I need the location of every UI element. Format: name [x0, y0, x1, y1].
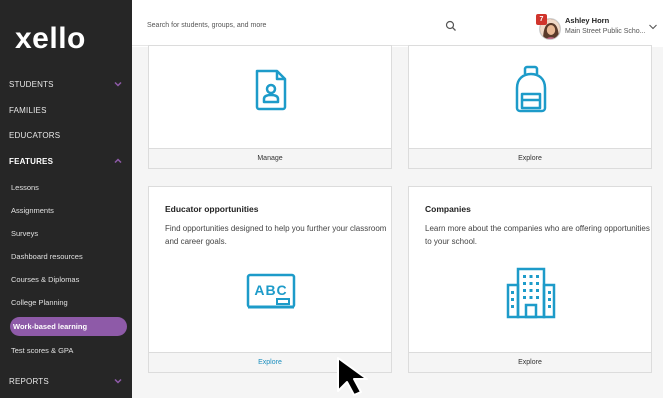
sidebar-subitem-assignments[interactable]: Assignments — [0, 200, 132, 220]
user-menu[interactable]: 7 Ashley Horn Main Street Public Scho... — [459, 0, 663, 46]
feature-card: Manage — [148, 45, 392, 169]
sidebar-subitem-courses-diplomas[interactable]: Courses & Diplomas — [0, 269, 132, 289]
backpack-icon — [515, 65, 547, 113]
sidebar-item-label: FEATURES — [9, 156, 54, 166]
sidebar-item-reports[interactable]: REPORTS — [0, 370, 132, 392]
xello-logo[interactable]: xello — [15, 22, 86, 56]
sidebar-item-families[interactable]: FAMILIES — [0, 99, 132, 121]
sidebar-subitem-label: Surveys — [11, 228, 39, 238]
sidebar-subitem-label: Lessons — [11, 182, 39, 192]
sidebar-subitem-college-planning[interactable]: College Planning — [0, 292, 132, 312]
sidebar-item-label: REPORTS — [9, 376, 49, 386]
explore-button[interactable]: Explore — [409, 148, 651, 168]
card-title: Educator opportunities — [165, 204, 259, 214]
mouse-cursor-icon — [337, 357, 368, 396]
chevron-down-icon — [114, 378, 122, 384]
sidebar-subitem-dashboard-resources[interactable]: Dashboard resources — [0, 246, 132, 266]
chevron-up-icon — [114, 158, 122, 164]
sidebar-subitem-test-scores-gpa[interactable]: Test scores & GPA — [0, 340, 132, 360]
sidebar-subitem-label: College Planning — [11, 297, 68, 307]
sidebar-item-features[interactable]: FEATURES — [0, 150, 132, 172]
notification-badge[interactable]: 7 — [536, 14, 547, 25]
sidebar-item-educators[interactable]: EDUCATORS — [0, 124, 132, 146]
card-description: Learn more about the companies who are o… — [425, 224, 650, 246]
profile-document-icon — [255, 69, 287, 111]
user-school: Main Street Public Scho... — [565, 28, 646, 35]
top-bar: Search for students, groups, and more 7 … — [132, 0, 663, 46]
building-icon — [506, 267, 556, 319]
sidebar-subitem-label: Dashboard resources — [11, 251, 83, 261]
main-content: Manage Explore Educator opportunities Fi… — [132, 45, 663, 398]
card-description: Find opportunities designed to help you … — [165, 224, 387, 246]
sidebar-item-label: EDUCATORS — [9, 130, 61, 140]
chalkboard-abc-icon: ABC — [246, 273, 296, 309]
educator-opportunities-card[interactable]: Educator opportunities Find opportunitie… — [148, 186, 392, 373]
search-icon[interactable] — [445, 20, 457, 32]
user-name: Ashley Horn — [565, 16, 610, 25]
chevron-down-icon[interactable] — [648, 22, 658, 32]
sidebar-subitem-label: Assignments — [11, 205, 54, 215]
sidebar-subitem-lessons[interactable]: Lessons — [0, 177, 132, 197]
feature-card: Explore — [408, 45, 652, 169]
app-root: xello STUDENTS FAMILIES EDUCATORS FEATUR… — [0, 0, 663, 398]
svg-text:ABC: ABC — [254, 282, 287, 298]
card-title: Companies — [425, 204, 471, 214]
companies-card[interactable]: Companies Learn more about the companies… — [408, 186, 652, 373]
sidebar-item-label: STUDENTS — [9, 79, 54, 89]
sidebar-subitem-surveys[interactable]: Surveys — [0, 223, 132, 243]
sidebar-subitem-label: Work-based learning — [13, 322, 88, 331]
sidebar-item-label: FAMILIES — [9, 105, 47, 115]
manage-button[interactable]: Manage — [149, 148, 391, 168]
sidebar-subitem-label: Test scores & GPA — [11, 345, 74, 355]
logo-text: xello — [15, 22, 86, 55]
explore-button[interactable]: Explore — [409, 352, 651, 372]
sidebar: xello STUDENTS FAMILIES EDUCATORS FEATUR… — [0, 0, 132, 398]
sidebar-item-students[interactable]: STUDENTS — [0, 73, 132, 95]
sidebar-subitem-label: Courses & Diplomas — [11, 274, 80, 284]
chevron-down-icon — [114, 81, 122, 87]
search-input[interactable]: Search for students, groups, and more — [147, 22, 266, 29]
sidebar-subitem-work-based-learning[interactable]: Work-based learning — [10, 317, 127, 336]
